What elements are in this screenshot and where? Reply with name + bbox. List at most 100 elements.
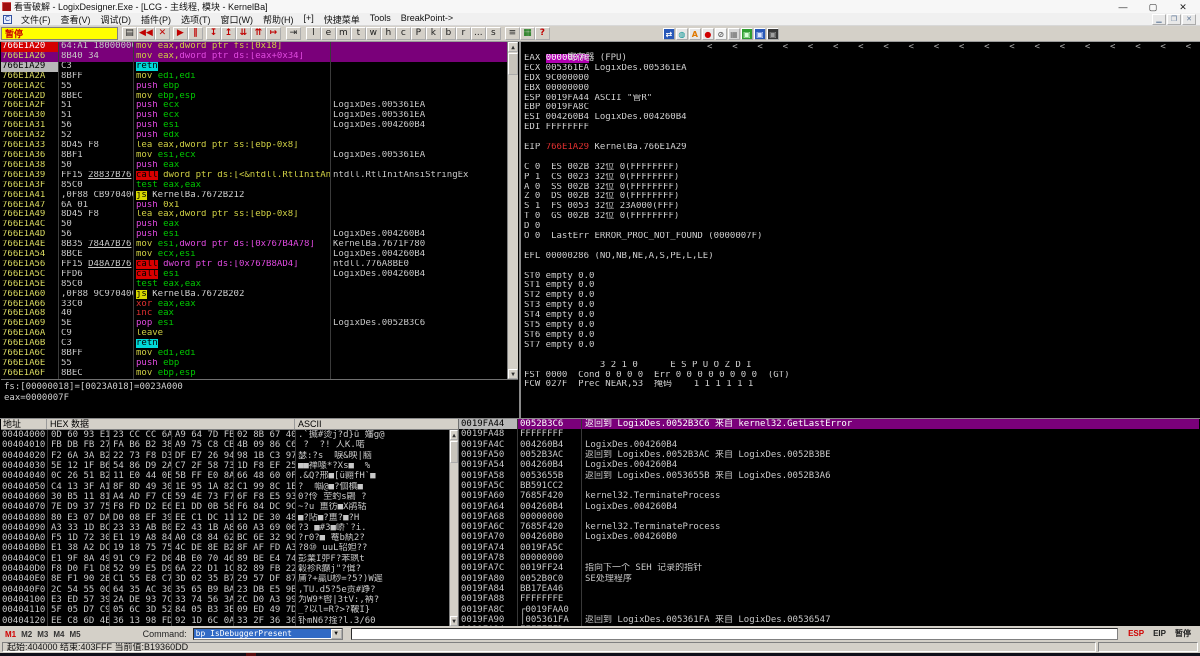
register-line[interactable]: ST4 empty 0.0 (521, 311, 1199, 321)
run-trace-window-button[interactable]: ... (470, 27, 486, 40)
dump-row[interactable]: 00404090 A3 33 1D BC 23 33 AB B0 E2 43 1B A… (1, 522, 458, 534)
dump-scrollbar[interactable]: ▲ ▼ (449, 430, 458, 626)
scroll-thumb[interactable] (508, 53, 518, 75)
menu-item-3[interactable]: 插件(P) (136, 13, 176, 26)
open-file-button[interactable]: ▤ (122, 27, 137, 40)
disasm-row[interactable]: 766E1A30 51 push ecx LogixDes.005361EA (1, 111, 507, 122)
disasm-row[interactable]: 766E1A6A C9 leave (1, 329, 507, 340)
dump-row[interactable]: 00404050 C4 13 3F A1 8F 8D 49 30 1E 95 1A 8… (1, 481, 458, 492)
register-line[interactable]: ST2 empty 0.0 (521, 291, 1199, 301)
menu-item-2[interactable]: 调试(D) (96, 13, 137, 26)
scroll-down-icon[interactable]: ▼ (508, 369, 518, 379)
register-line[interactable]: ESI 004260B4 LogixDes.004260B4 (521, 113, 1199, 123)
disasm-row[interactable]: 766E1A2C 55 push ebp (1, 81, 507, 92)
dump-row[interactable]: 004040D0 F8 D0 F1 D8 52 99 E5 D9 6A 22 D1 1… (1, 564, 458, 575)
stack-row[interactable]: 0019FA80 0052B0C0 SE处理程序 (459, 573, 1199, 584)
stack-row[interactable]: 0019FA44 0052B3C6 返回到 LogixDes.0052B3C6 来自… (459, 419, 1199, 430)
disasm-row[interactable]: 766E1A5E 85C0 test eax,eax (1, 279, 507, 290)
trace-over-button[interactable]: ⇈ (250, 27, 266, 40)
disasm-row[interactable]: 766E1A6E 55 push ebp (1, 359, 507, 369)
mdi-minimize-button[interactable]: ▁ (1152, 13, 1166, 25)
stack-row[interactable]: 0019FA70 004260B0 LogixDes.004260B0 (459, 532, 1199, 543)
register-line[interactable]: D 0 (521, 222, 1199, 232)
menu-item-1[interactable]: 查看(V) (56, 13, 96, 26)
scroll-up-icon[interactable]: ▲ (450, 430, 458, 440)
mdi-restore-button[interactable]: ❐ (1167, 13, 1181, 25)
memory-dump-pane[interactable]: 地址 HEX 数据 ASCII 00404000 0D 60 93 E1 23 CC… (1, 419, 458, 627)
stack-row[interactable]: 0019FA58 0053655B 返回到 LogixDes.0053655B 来自… (459, 470, 1199, 481)
disasm-row[interactable]: 766E1A66 33C0 xor eax,eax (1, 299, 507, 310)
appearance-button[interactable]: ▦ (519, 27, 535, 40)
close-button[interactable]: ✕ (1168, 1, 1198, 13)
register-line[interactable]: P 1 CS 0023 32位 0(FFFFFFFF) (521, 173, 1199, 183)
disasm-row[interactable]: 766E1A68 40 inc eax (1, 309, 507, 320)
register-line[interactable]: ST6 empty 0.0 (521, 331, 1199, 341)
threads-window-button[interactable]: t (350, 27, 366, 40)
stack-row[interactable]: 0019FA64 004260B4 LogixDes.004260B4 (459, 501, 1199, 512)
executables-window-button[interactable]: e (320, 27, 336, 40)
register-line[interactable]: ST7 empty 0.0 (521, 341, 1199, 351)
menu-item-7[interactable]: [+] (299, 13, 319, 26)
disasm-row[interactable]: 766E1A5C FFD6 call esi LogixDes.004260B4 (1, 269, 507, 280)
macro-button-m3[interactable]: M3 (37, 630, 48, 639)
run-button[interactable]: ▶ (172, 27, 188, 40)
disasm-row[interactable]: 766E1A4E 8B35 784A7B76 mov esi,dword ptr d… (1, 240, 507, 251)
register-line[interactable]: 3 2 1 0 E S P U O Z D I (521, 361, 1199, 371)
plugin-grid-icon[interactable]: ▦ (727, 27, 740, 40)
disasm-row[interactable]: 766E1A26 8B40 34 mov eax,dword ptr ds:[eax… (1, 51, 507, 62)
stack-row[interactable]: 0019FA48 FFFFFFFF (459, 429, 1199, 440)
dump-row[interactable]: 00404110 5F 05 D7 C9 05 6C 3D 52 84 05 B3 3… (1, 605, 458, 616)
maximize-button[interactable]: ▢ (1138, 1, 1168, 13)
register-line[interactable]: O 0 LastErr ERROR_PROC_NOT_FOUND (000000… (521, 232, 1199, 242)
register-line[interactable]: EDX 9C000000 (521, 74, 1199, 84)
register-line[interactable]: Z 0 DS 002B 32位 0(FFFFFFFF) (521, 192, 1199, 202)
dump-row[interactable]: 00404020 F2 6A 3A B2 22 73 F8 D3 DF E7 26 9… (1, 450, 458, 461)
disasm-row[interactable]: 766E1A6F 8BEC mov ebp,esp (1, 368, 507, 379)
step-over-button[interactable]: ↥ (220, 27, 236, 40)
menu-item-9[interactable]: Tools (365, 13, 396, 26)
register-line[interactable]: A 0 SS 002B 32位 0(FFFFFFFF) (521, 183, 1199, 193)
log-window-button[interactable]: l (305, 27, 321, 40)
plugin-green-icon[interactable]: ▣ (740, 27, 753, 40)
restart-button[interactable]: ◀◀ (137, 27, 155, 40)
register-line[interactable]: S 1 FS 0053 32位 23A000(FFF) (521, 202, 1199, 212)
dump-row[interactable]: 00404070 7E D9 37 75 F8 FD D2 E6 E1 DD 0B 5… (1, 502, 458, 513)
dump-row[interactable]: 00404120 EE C8 6D 4E 36 13 98 FD 92 1D 6C 0… (1, 615, 458, 626)
register-line[interactable]: ECX 005361EA LogixDes.005361EA (521, 64, 1199, 74)
stack-row[interactable]: 0019FA84 BB17EA46 (459, 584, 1199, 595)
register-line[interactable]: EDI FFFFFFFF (521, 123, 1199, 133)
disasm-row[interactable]: 766E1A20 64:A1 18000000 mov eax,dword ptr … (1, 42, 507, 52)
register-line[interactable] (521, 262, 1199, 272)
register-line[interactable]: ST0 empty 0.0 (521, 272, 1199, 282)
disasm-row[interactable]: 766E1A33 8D45 F8 lea eax,dword ptr ss:[ebp… (1, 141, 507, 151)
stack-row[interactable]: 0019FA74 0019FA5C (459, 542, 1199, 554)
cpu-window-button[interactable]: c (395, 27, 411, 40)
register-line[interactable]: T 0 GS 002B 32位 0(FFFFFFFF) (521, 212, 1199, 222)
stack-row[interactable]: 0019FA4C 004260B4 LogixDes.004260B4 (459, 439, 1199, 450)
dump-row[interactable]: 00404060 30 B5 11 81 A4 AD F7 CE 59 4E 73 F… (1, 491, 458, 503)
register-line[interactable]: EBP 0019FA8C (521, 103, 1199, 113)
disasm-row[interactable]: 766E1A2F 51 push ecx LogixDes.005361EA (1, 101, 507, 112)
disasm-row[interactable]: 766E1A6C 8BFF mov edi,edi (1, 349, 507, 359)
disasm-row[interactable]: 766E1A6B C3 retn (1, 339, 507, 350)
register-line[interactable]: ST3 empty 0.0 (521, 301, 1199, 311)
disasm-row[interactable]: 766E1A49 8D45 F8 lea eax,dword ptr ss:[ebp… (1, 210, 507, 221)
command-combobox[interactable]: bp IsDebuggerPresent ▼ (192, 627, 343, 640)
disasm-row[interactable]: 766E1A2D 8BEC mov ebp,esp (1, 91, 507, 102)
memory-window-button[interactable]: m (335, 27, 351, 40)
command-input[interactable]: bp IsDebuggerPresent (193, 629, 331, 638)
stack-row[interactable]: 0019FA90 │005361FA 返回到 LogixDes.005361FA 来… (459, 614, 1199, 626)
dump-row[interactable]: 00404010 FB DB FB 27 FA B6 B2 38 A9 75 C8 C… (1, 440, 458, 451)
breakpoints-window-button[interactable]: b (440, 27, 456, 40)
macro-button-m5[interactable]: M5 (70, 630, 81, 639)
dump-row[interactable]: 00404080 80 E3 07 DA D0 08 EF 39 EE C1 DC 1… (1, 512, 458, 523)
stack-row[interactable]: 0019FA54 004260B4 LogixDes.004260B4 (459, 460, 1199, 471)
register-line[interactable]: C 0 ES 002B 32位 0(FFFFFFFF) (521, 163, 1199, 173)
disassembly-pane[interactable]: 766E1A20 64:A1 18000000 mov eax,dword ptr … (1, 42, 518, 418)
disasm-row[interactable]: 766E1A60,0F88 9C970400 js KernelBa.7672B2… (1, 289, 507, 300)
plugin-blue-icon[interactable]: ▣ (753, 27, 766, 40)
dump-row[interactable]: 004040E0 8E F1 90 2B C1 55 E8 C7 3D 02 35 B… (1, 574, 458, 585)
stack-row[interactable]: 0019FA5C BB591CC2 (459, 480, 1199, 492)
register-line[interactable]: EBX 00000000 (521, 84, 1199, 94)
dump-row[interactable]: 00404040 0C 26 51 B2 11 E0 44 0E 5B FF E0 8… (1, 471, 458, 482)
